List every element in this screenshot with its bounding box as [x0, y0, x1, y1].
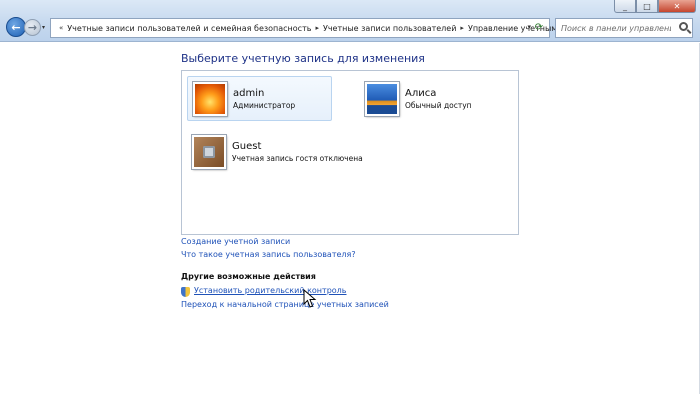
breadcrumb-overflow[interactable]: « [59, 24, 63, 32]
fish-avatar-icon [365, 81, 399, 116]
refresh-icon[interactable]: ⟳ [532, 21, 546, 35]
other-actions-title: Другие возможные действия [181, 272, 316, 281]
briefcase-avatar-icon [192, 134, 226, 169]
history-dropdown-icon[interactable]: ▾ [42, 24, 45, 31]
shield-icon [181, 287, 190, 297]
main-content: Выберите учетную запись для изменения ad… [0, 43, 700, 394]
account-tile-alice[interactable]: Алиса Обычный доступ [360, 76, 505, 121]
maximize-button[interactable]: □ [636, 0, 658, 13]
create-account-link[interactable]: Создание учетной записи [181, 237, 290, 246]
search-box[interactable] [555, 18, 693, 38]
mouse-cursor-icon [303, 289, 317, 308]
what-is-account-link[interactable]: Что такое учетная запись пользователя? [181, 250, 356, 259]
address-dropdown-icon[interactable]: ▾ [527, 23, 531, 31]
breadcrumb-separator-icon[interactable]: ▸ [315, 24, 319, 32]
account-name: Алиса [405, 87, 437, 99]
account-type: Обычный доступ [405, 100, 472, 110]
account-type: Учетная запись гостя отключена [232, 153, 363, 163]
page-title: Выберите учетную запись для изменения [181, 52, 425, 65]
account-type: Администратор [233, 100, 296, 110]
breadcrumb-separator-icon[interactable]: ▸ [460, 24, 464, 32]
accounts-panel: admin Администратор Алиса Обычный доступ… [181, 70, 519, 235]
address-bar[interactable]: « Учетные записи пользователей и семейна… [50, 18, 605, 38]
back-arrow-icon: ← [11, 20, 21, 34]
forward-button[interactable]: → [24, 19, 41, 36]
parental-control-link[interactable]: Установить родительский контроль [194, 286, 347, 295]
account-name: Guest [232, 140, 262, 152]
window-chrome: _ □ ✕ ← → ▾ « Учетные записи пользовател… [0, 0, 700, 42]
back-button[interactable]: ← [6, 17, 26, 37]
account-tile-admin[interactable]: admin Администратор [187, 76, 332, 121]
forward-arrow-icon: → [27, 21, 38, 34]
account-tile-guest[interactable]: Guest Учетная запись гостя отключена [187, 129, 387, 174]
minimize-button[interactable]: _ [614, 0, 636, 13]
search-icon[interactable] [679, 22, 688, 31]
window-controls: _ □ ✕ [614, 0, 696, 13]
breadcrumb-user-accounts[interactable]: Учетные записи пользователей [323, 24, 456, 33]
accounts-home-link[interactable]: Переход к начальной странице учетных зап… [181, 300, 389, 309]
account-name: admin [233, 87, 265, 99]
close-button[interactable]: ✕ [658, 0, 696, 13]
orange-flower-avatar-icon [193, 81, 227, 116]
breadcrumb-family-safety[interactable]: Учетные записи пользователей и семейная … [67, 24, 311, 33]
search-input[interactable] [561, 23, 671, 33]
